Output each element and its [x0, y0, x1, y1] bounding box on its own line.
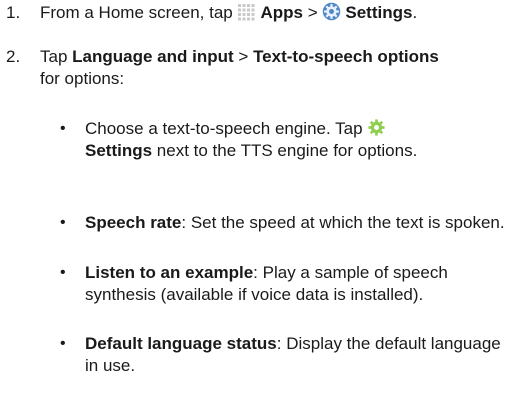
bullet-description: : Set the speed at which the text is spo…	[181, 213, 505, 232]
bullet-text: Listen to an example: Play a sample of s…	[85, 262, 505, 306]
step-text-suffix: for options:	[40, 69, 125, 88]
step-number: 2.	[6, 47, 21, 66]
language-and-input-label: Language and input	[72, 47, 234, 66]
step-text-prefix: Tap	[40, 47, 68, 66]
bullet-text: Default language status: Display the def…	[85, 333, 505, 377]
breadcrumb-separator: >	[238, 47, 249, 66]
bullet-rest: next to the TTS engine for options.	[156, 141, 418, 160]
apps-label: Apps	[260, 3, 303, 22]
breadcrumb-separator: >	[307, 3, 318, 22]
bullet-glyph: •	[60, 264, 66, 281]
settings-label: Settings	[345, 3, 413, 22]
bullet-glyph: •	[60, 335, 66, 352]
bullet-term: Listen to an example	[85, 263, 254, 282]
bullet-line: Choose a text-to-speech engine. Tap	[85, 119, 363, 138]
settings-label: Settings	[85, 141, 153, 160]
bullet-text: Speech rate: Set the speed at which the …	[85, 212, 505, 234]
step-text-prefix: From a Home screen, tap	[40, 3, 233, 22]
bullet-text: Choose a text-to-speech engine. Tap Sett…	[85, 118, 445, 162]
settings-gear-icon	[322, 2, 341, 21]
step-end: .	[412, 3, 418, 22]
bullet-glyph: •	[60, 120, 66, 137]
settings-gear-small-icon	[367, 118, 386, 137]
step-text: From a Home screen, tap Apps > Settings.	[40, 2, 507, 24]
tts-options-label: Text-to-speech options	[253, 47, 439, 66]
bullet-glyph: •	[60, 214, 66, 231]
step-text: Tap Language and input > Text-to-speech …	[40, 46, 461, 90]
bullet-term: Default language status	[85, 334, 277, 353]
bullet-term: Speech rate	[85, 213, 182, 232]
step-number: 1.	[6, 3, 21, 22]
apps-grid-icon	[237, 2, 256, 21]
